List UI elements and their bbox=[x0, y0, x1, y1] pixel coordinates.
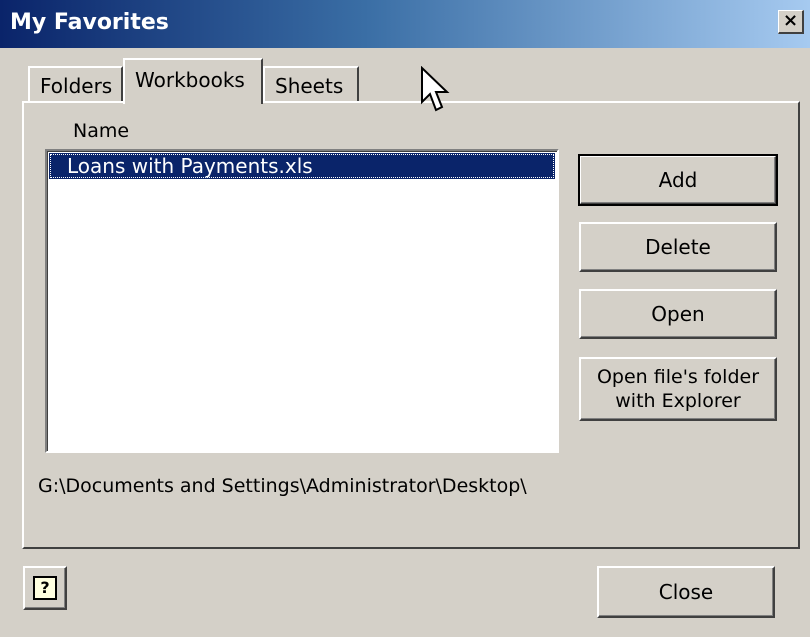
list-column-header[interactable]: Name bbox=[73, 120, 129, 142]
title-close-button[interactable]: × bbox=[778, 10, 804, 34]
open-folder-label-line1: Open file's folder bbox=[596, 366, 760, 388]
my-favorites-dialog: My Favorites × Folders Workbooks Sheets … bbox=[0, 0, 810, 637]
mouse-pointer-icon bbox=[421, 66, 450, 112]
tab-sheets[interactable]: Sheets bbox=[263, 66, 359, 102]
tab-workbooks[interactable]: Workbooks bbox=[123, 58, 263, 104]
tab-folders[interactable]: Folders bbox=[28, 66, 123, 102]
favorites-listbox[interactable]: Loans with Payments.xls bbox=[45, 149, 559, 453]
close-button[interactable]: Close bbox=[597, 566, 775, 618]
workbooks-tab-panel: Name Loans with Payments.xls Add Delete … bbox=[22, 101, 800, 549]
open-folder-label-line2: with Explorer bbox=[615, 390, 741, 412]
window-title: My Favorites bbox=[10, 10, 169, 35]
add-button[interactable]: Add bbox=[578, 154, 778, 206]
title-bar[interactable]: My Favorites × bbox=[0, 0, 810, 48]
folder-path-label: G:\Documents and Settings\Administrator\… bbox=[38, 475, 527, 497]
open-button[interactable]: Open bbox=[579, 289, 777, 339]
list-item[interactable]: Loans with Payments.xls bbox=[49, 153, 555, 179]
close-icon: × bbox=[782, 10, 799, 31]
help-question-icon: ? bbox=[33, 576, 57, 600]
delete-button[interactable]: Delete bbox=[579, 222, 777, 272]
help-button[interactable]: ? bbox=[23, 566, 67, 610]
open-folder-with-explorer-button[interactable]: Open file's folder with Explorer bbox=[579, 357, 777, 421]
